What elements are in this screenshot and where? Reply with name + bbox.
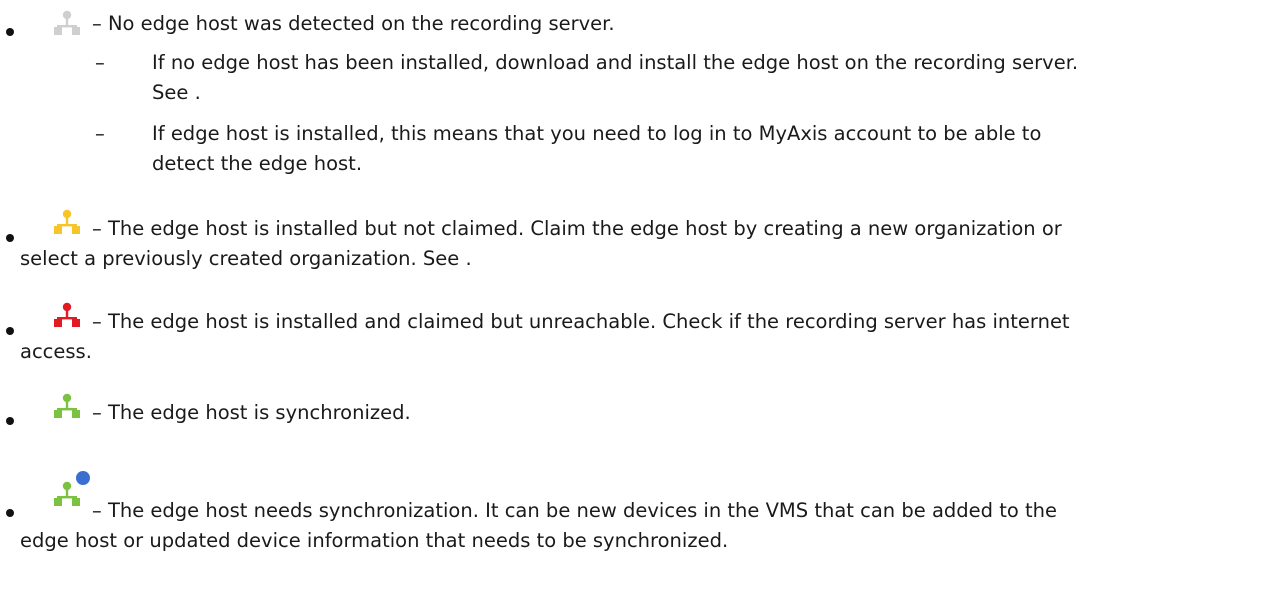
sub-item-line-2: See . xyxy=(152,81,201,104)
bullet xyxy=(6,417,14,425)
item-text-line-1: – The edge host is installed but not cla… xyxy=(92,217,1062,240)
item-text-line-2: edge host or updated device information … xyxy=(20,529,729,552)
item-text: – No edge host was detected on the recor… xyxy=(92,12,615,35)
item-text-line-2: select a previously created organization… xyxy=(20,247,472,270)
network-host-sync-needed-icon xyxy=(54,471,90,506)
network-host-green-icon xyxy=(54,393,80,418)
bullet xyxy=(6,28,14,36)
network-host-gray-icon xyxy=(54,10,80,35)
dash-marker: – xyxy=(95,51,105,74)
network-host-yellow-icon xyxy=(54,209,80,234)
item-text-line-1: – The edge host needs synchronization. I… xyxy=(92,499,1057,522)
bullet xyxy=(6,234,14,242)
item-text-line-2: access. xyxy=(20,340,92,363)
bullet xyxy=(6,509,14,517)
sub-item-line-2: detect the edge host. xyxy=(152,152,363,175)
document-page: – No edge host was detected on the recor… xyxy=(0,0,1268,609)
network-host-red-icon xyxy=(54,302,80,327)
sub-item-line-1: If no edge host has been installed, down… xyxy=(152,51,1079,74)
sub-item-line-1: If edge host is installed, this means th… xyxy=(152,122,1042,145)
item-text: – The edge host is synchronized. xyxy=(92,401,411,424)
bullet xyxy=(6,327,14,335)
item-text-line-1: – The edge host is installed and claimed… xyxy=(92,310,1070,333)
dash-marker: – xyxy=(95,122,105,145)
